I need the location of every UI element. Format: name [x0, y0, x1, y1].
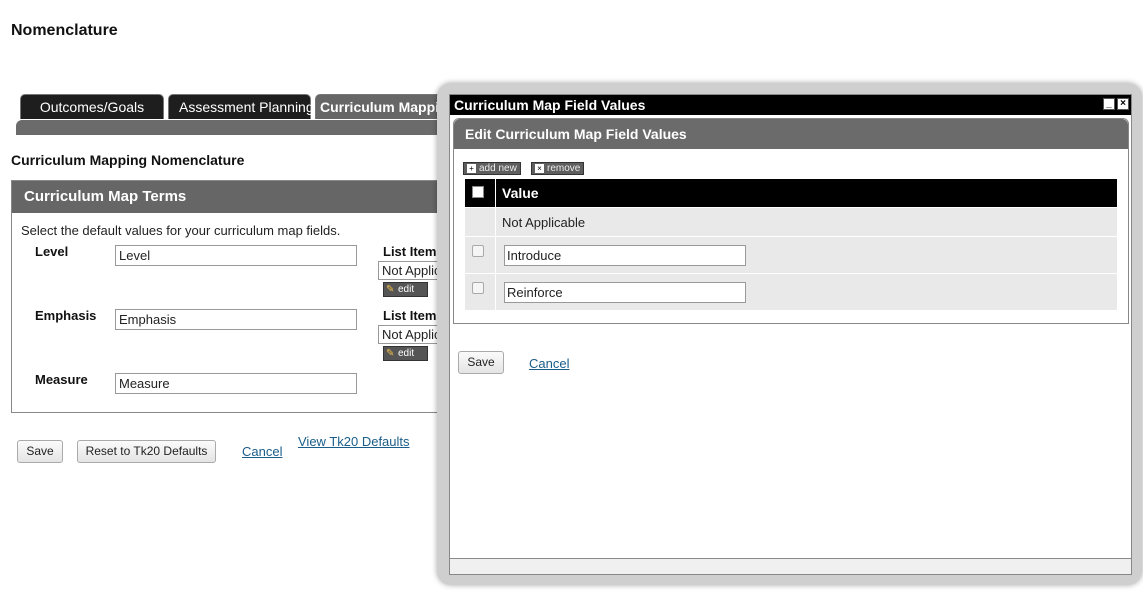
save-button[interactable]: Save — [17, 440, 63, 463]
value-column-header: Value — [502, 185, 539, 201]
section-heading: Curriculum Mapping Nomenclature — [11, 152, 245, 168]
header-checkbox-cell — [465, 179, 496, 207]
page-title: Nomenclature — [11, 22, 118, 39]
remove-button[interactable]: × remove — [531, 162, 585, 175]
minimize-icon[interactable]: _ — [1103, 98, 1115, 110]
add-new-label: add new — [479, 163, 517, 174]
values-table: Value Not Applicable — [465, 179, 1117, 310]
row-value-cell — [496, 237, 1117, 273]
add-new-button[interactable]: + add new — [463, 162, 521, 175]
row-checkbox[interactable] — [472, 245, 484, 257]
measure-label: Measure — [35, 372, 88, 387]
row-value-input[interactable] — [504, 245, 746, 266]
emphasis-list-items-label: List Item — [383, 308, 437, 323]
row-checkbox[interactable] — [472, 282, 484, 294]
terms-description: Select the default values for your curri… — [21, 223, 341, 238]
plus-icon: + — [467, 164, 476, 173]
row-checkbox-cell — [465, 237, 496, 273]
emphasis-input[interactable] — [115, 309, 357, 330]
level-input[interactable] — [115, 245, 357, 266]
level-edit-button[interactable]: ✎ edit — [383, 282, 428, 297]
emphasis-label: Emphasis — [35, 308, 97, 323]
modal-title: Curriculum Map Field Values — [454, 97, 646, 113]
edit-values-panel: Edit Curriculum Map Field Values + add ne… — [453, 118, 1129, 324]
modal-save-button[interactable]: Save — [458, 351, 504, 374]
table-row — [465, 236, 1117, 273]
tab-bar — [16, 120, 446, 135]
cancel-link[interactable]: Cancel — [242, 444, 282, 459]
edit-label: edit — [398, 284, 415, 295]
emphasis-edit-button[interactable]: ✎ edit — [383, 346, 428, 361]
tab-assessment-planning[interactable]: Assessment Planning — [168, 94, 314, 119]
modal-cancel-link[interactable]: Cancel — [529, 356, 569, 371]
modal-dialog: Curriculum Map Field Values _ × Edit Cur… — [437, 83, 1142, 585]
modal-content: Curriculum Map Field Values _ × Edit Cur… — [449, 94, 1132, 575]
values-table-header: Value — [465, 179, 1117, 207]
modal-titlebar[interactable]: Curriculum Map Field Values — [450, 95, 1131, 115]
modal-footer — [450, 558, 1131, 574]
view-defaults-link[interactable]: View Tk20 Defaults — [298, 434, 410, 449]
row-checkbox-cell — [465, 274, 496, 310]
row-value-cell — [496, 274, 1117, 310]
reset-defaults-button[interactable]: Reset to Tk20 Defaults — [77, 440, 216, 463]
measure-input[interactable] — [115, 373, 357, 394]
edit-label: edit — [398, 348, 415, 359]
terms-panel-header: Curriculum Map Terms — [12, 181, 460, 213]
x-icon: × — [535, 164, 544, 173]
terms-panel: Curriculum Map Terms Select the default … — [11, 180, 461, 413]
tab-outcomes-goals[interactable]: Outcomes/Goals — [20, 94, 164, 119]
row-checkbox-cell — [465, 208, 496, 236]
remove-label: remove — [547, 163, 581, 174]
tab-strip: Outcomes/Goals Assessment Planning Curri… — [20, 94, 475, 119]
level-list-items-label: List Item — [383, 244, 437, 259]
pencil-icon: ✎ — [386, 284, 395, 295]
row-value-text: Not Applicable — [502, 215, 586, 230]
table-row — [465, 273, 1117, 310]
close-icon[interactable]: × — [1117, 98, 1129, 110]
table-row: Not Applicable — [465, 207, 1117, 236]
pencil-icon: ✎ — [386, 348, 395, 359]
row-value-input[interactable] — [504, 282, 746, 303]
level-label: Level — [35, 244, 69, 259]
edit-values-header: Edit Curriculum Map Field Values — [454, 119, 1128, 149]
select-all-checkbox[interactable] — [472, 186, 484, 198]
